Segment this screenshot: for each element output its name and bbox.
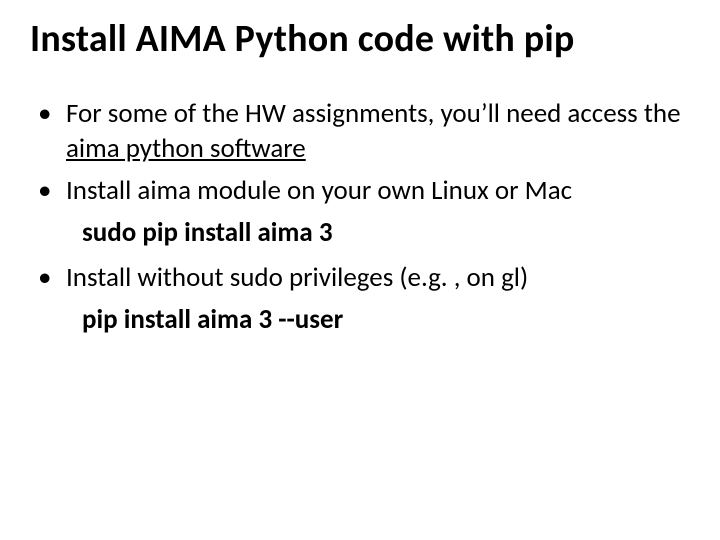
bullet-item-3: Install without sudo privileges (e.g. , … <box>30 260 690 296</box>
bullet-list: For some of the HW assignments, you’ll n… <box>30 96 690 338</box>
bullet-3-text: Install without sudo privileges (e.g. , … <box>66 261 528 294</box>
slide: Install AIMA Python code with pip For so… <box>0 0 720 540</box>
bullet-item-1: For some of the HW assignments, you’ll n… <box>30 96 690 167</box>
bullet-2-text: Install aima module on your own Linux or… <box>66 174 572 207</box>
command-user-install: pip install aima 3 --user <box>30 302 690 338</box>
bullet-1-text: For some of the HW assignments, you’ll n… <box>66 97 681 130</box>
bullet-item-2: Install aima module on your own Linux or… <box>30 173 690 209</box>
command-sudo-install: sudo pip install aima 3 <box>30 215 690 251</box>
aima-software-link[interactable]: aima python software <box>66 132 306 165</box>
slide-title: Install AIMA Python code with pip <box>30 18 690 62</box>
